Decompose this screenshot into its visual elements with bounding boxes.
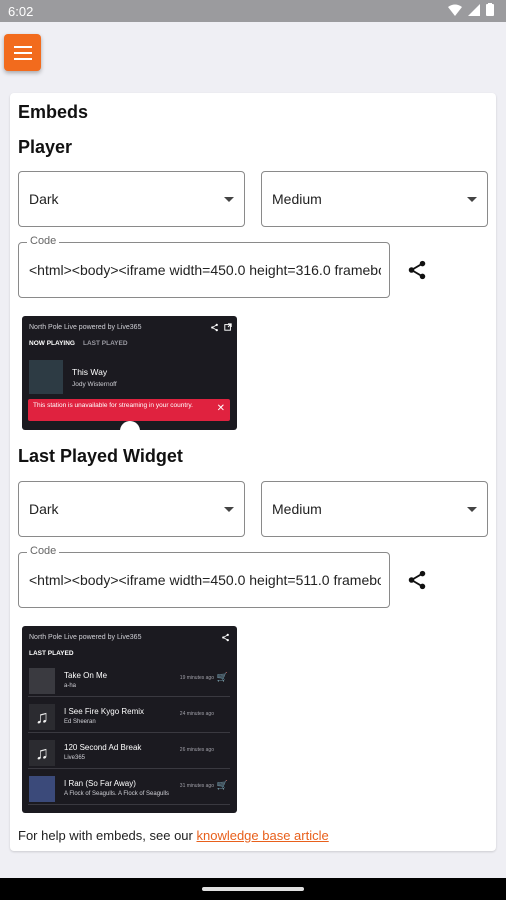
item-artist: Live365 <box>64 755 86 761</box>
player-code-field[interactable]: Code <html><body><iframe width=450.0 hei… <box>18 235 390 298</box>
last-played-code-label: Code <box>27 545 60 557</box>
wifi-icon <box>448 4 462 16</box>
list-item[interactable]: ♫ 120 Second Ad Break Live365 26 minutes… <box>28 735 230 769</box>
album-art <box>29 360 63 394</box>
item-time: 26 minutes ago <box>179 747 214 753</box>
embeds-card: Embeds Player Dark Medium Code <html><bo… <box>10 93 496 851</box>
list-item[interactable]: Take On Me a-ha 19 minutes ago 🛒 <box>28 663 230 697</box>
dropdown-caret-icon <box>224 197 234 202</box>
player-code-label: Code <box>27 235 60 247</box>
item-artist: Ed Sheeran <box>64 719 96 725</box>
item-time: 24 minutes ago <box>179 711 214 717</box>
status-time: 6:02 <box>8 4 34 19</box>
player-heading: Player <box>18 137 73 157</box>
last-played-theme-select[interactable]: Dark <box>18 481 245 537</box>
music-note-icon: ♫ <box>29 704 55 730</box>
alert-text: This station is unavailable for streamin… <box>33 402 193 409</box>
last-played-preview: North Pole Live powered by Live365 LAST … <box>22 626 237 813</box>
item-title: Take On Me <box>64 671 108 680</box>
player-preview: North Pole Live powered by Live365 NOW P… <box>22 316 237 430</box>
item-time: 31 minutes ago <box>179 783 214 789</box>
last-played-section-label: LAST PLAYED <box>29 650 74 657</box>
help-text: For help with embeds, see our knowledge … <box>18 828 329 843</box>
music-note-icon: ♫ <box>29 740 55 766</box>
album-art <box>29 776 55 802</box>
item-title: I Ran (So Far Away) <box>64 779 136 788</box>
external-link-icon[interactable] <box>224 323 232 331</box>
close-icon[interactable]: ✕ <box>217 403 225 414</box>
list-item[interactable]: I Ran (So Far Away) A Flock of Seagulls.… <box>28 771 230 805</box>
last-played-code-field[interactable]: Code <html><body><iframe width=450.0 hei… <box>18 545 390 608</box>
player-theme-select[interactable]: Dark <box>18 171 245 227</box>
share-icon[interactable] <box>406 569 428 591</box>
preview-share-icon[interactable] <box>210 323 219 332</box>
last-played-code-value: <html><body><iframe width=450.0 height=5… <box>29 572 381 588</box>
status-icons <box>448 3 494 16</box>
preview-station-title: North Pole Live powered by Live365 <box>29 324 142 331</box>
knowledge-base-link[interactable]: knowledge base article <box>196 828 328 843</box>
item-time: 19 minutes ago <box>179 675 214 681</box>
album-art <box>29 668 55 694</box>
tab-last-played[interactable]: LAST PLAYED <box>83 340 128 347</box>
track-title: This Way <box>72 367 108 377</box>
last-played-size-select[interactable]: Medium <box>261 481 488 537</box>
share-icon[interactable] <box>406 259 428 281</box>
hamburger-icon <box>13 45 32 60</box>
page-title: Embeds <box>18 102 89 122</box>
item-title: 120 Second Ad Break <box>64 743 142 752</box>
list-item[interactable]: ♫ I See Fire Kygo Remix Ed Sheeran 24 mi… <box>28 699 230 733</box>
unavailable-alert: This station is unavailable for streamin… <box>28 399 230 421</box>
item-title: I See Fire Kygo Remix <box>64 707 145 716</box>
player-code-value: <html><body><iframe width=450.0 height=3… <box>29 262 381 278</box>
preview-station-title: North Pole Live powered by Live365 <box>29 634 142 641</box>
player-size-select[interactable]: Medium <box>261 171 488 227</box>
last-played-size-value: Medium <box>272 501 322 517</box>
preview-share-icon[interactable] <box>221 633 230 642</box>
menu-button[interactable] <box>4 34 41 71</box>
player-size-value: Medium <box>272 191 322 207</box>
dropdown-caret-icon <box>224 507 234 512</box>
home-gesture-handle[interactable] <box>202 887 304 891</box>
player-theme-value: Dark <box>29 191 59 207</box>
play-button[interactable] <box>120 421 140 430</box>
cart-icon[interactable]: 🛒 <box>217 672 228 683</box>
item-artist: a-ha <box>64 683 77 689</box>
tab-now-playing[interactable]: NOW PLAYING <box>29 340 75 347</box>
battery-icon <box>486 3 494 16</box>
signal-icon <box>468 3 480 16</box>
last-played-theme-value: Dark <box>29 501 59 517</box>
dropdown-caret-icon <box>467 197 477 202</box>
last-played-heading: Last Played Widget <box>18 446 183 466</box>
cart-icon[interactable]: 🛒 <box>217 780 228 791</box>
help-prefix: For help with embeds, see our <box>18 828 197 843</box>
status-bar: 6:02 <box>0 0 506 22</box>
item-artist: A Flock of Seagulls. A Flock of Seagulls <box>64 791 170 797</box>
track-artist: Jody Wisternoff <box>72 381 117 388</box>
dropdown-caret-icon <box>467 507 477 512</box>
navigation-bar <box>0 878 506 900</box>
